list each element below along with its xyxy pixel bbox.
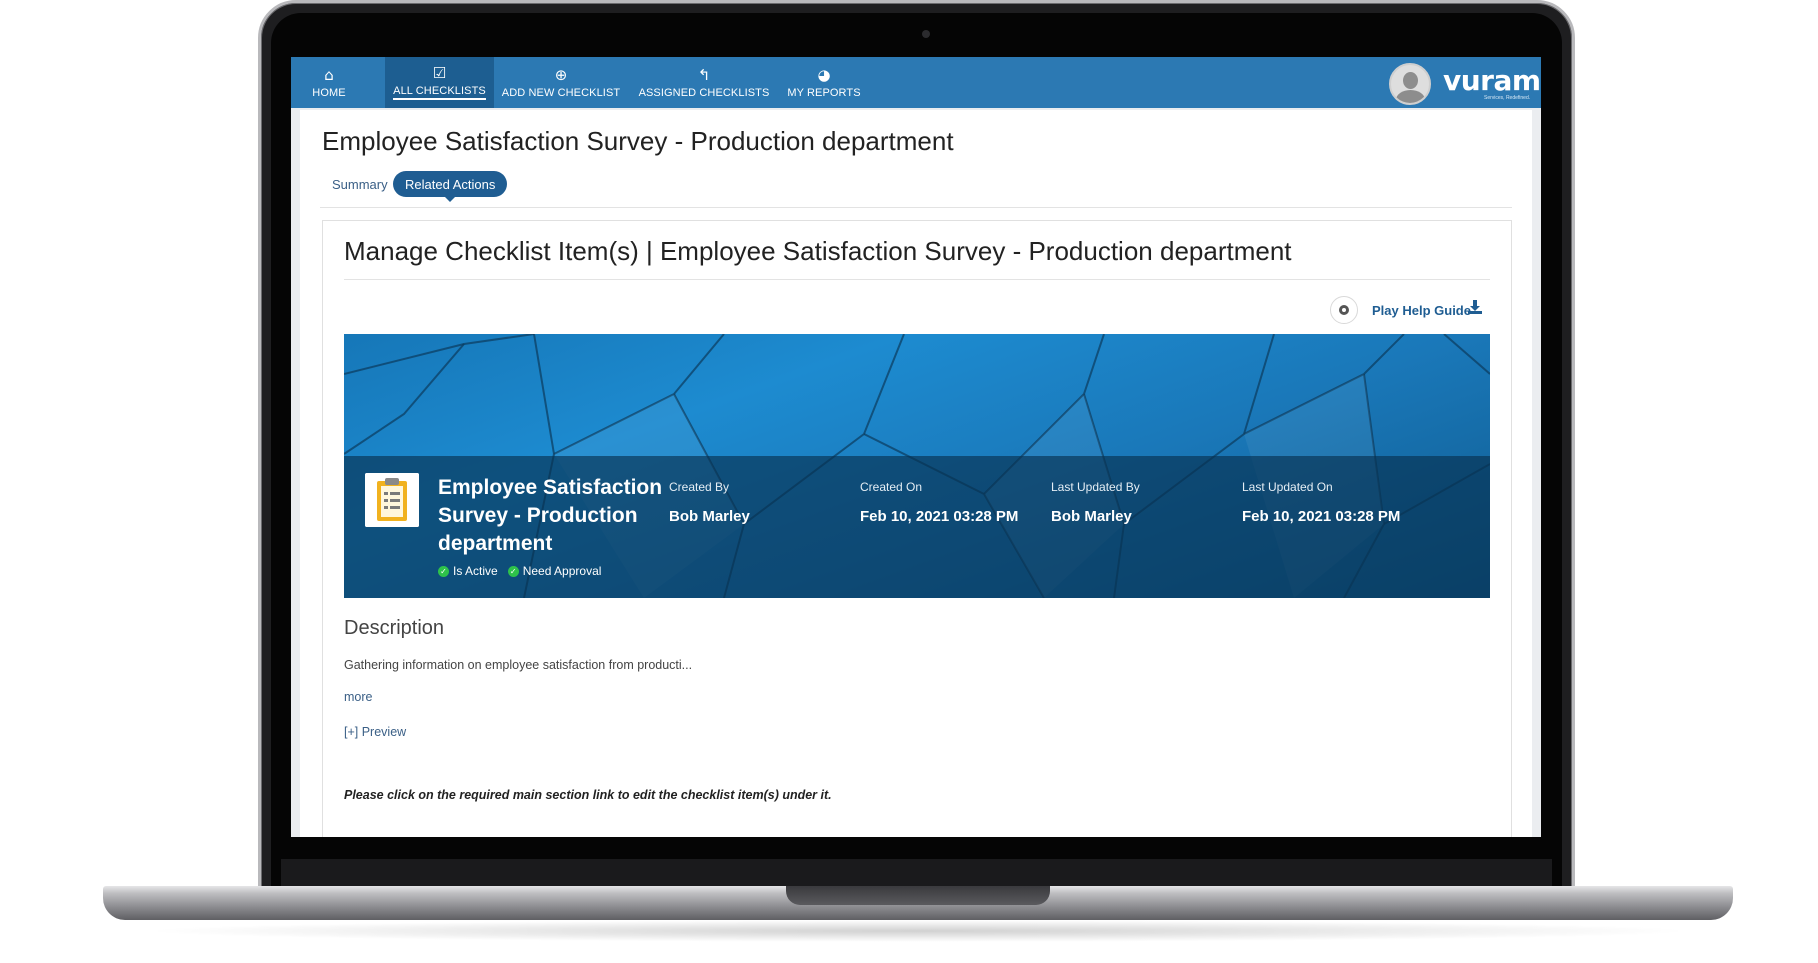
meta-last-updated-by: Last Updated By Bob Marley (1051, 480, 1140, 525)
banner-checklist-name: Employee Satisfaction Survey - Productio… (438, 476, 663, 555)
laptop-shadow (140, 920, 1696, 942)
description-text: Gathering information on employee satisf… (344, 658, 693, 672)
download-icon[interactable] (1467, 299, 1483, 315)
meta-created-by: Created By Bob Marley (669, 480, 750, 525)
preview-toggle-link[interactable]: [+] Preview (344, 725, 406, 739)
plus-circle-icon: ⊕ (554, 65, 568, 84)
flag-need-approval: ✓ Need Approval (507, 564, 602, 578)
tab-summary[interactable]: Summary (332, 171, 388, 197)
checklist-banner: Employee Satisfaction Survey - Productio… (344, 334, 1490, 598)
check-circle-icon: ✓ (438, 565, 449, 577)
laptop-notch (786, 886, 1050, 905)
meta-created-on-label: Created On (860, 480, 923, 494)
flag-is-active-label: Is Active (453, 564, 498, 578)
nav-home-label: HOME (312, 86, 346, 99)
instruction-text: Please click on the required main sectio… (344, 788, 832, 802)
nav-add-new-checklist[interactable]: ⊕ ADD NEW CHECKLIST (501, 57, 621, 108)
flag-need-approval-label: Need Approval (522, 564, 602, 578)
meta-last-updated-by-value: Bob Marley (1051, 508, 1132, 525)
meta-created-on: Created On Feb 10, 2021 03:28 PM (860, 480, 1018, 525)
panel-title: Manage Checklist Item(s) | Employee Sati… (344, 236, 1292, 266)
screen: ⌂ HOME ☑ ALL CHECKLISTS ⊕ ADD NEW CHECKL… (291, 57, 1541, 837)
checkbox-icon: ☑ (432, 64, 447, 82)
nav-my-reports-label: MY REPORTS (787, 86, 861, 99)
pie-chart-icon: ◕ (817, 65, 831, 84)
meta-created-by-label: Created By (669, 480, 730, 494)
meta-last-updated-on: Last Updated On Feb 10, 2021 03:28 PM (1242, 480, 1400, 525)
clipboard-icon (365, 473, 419, 527)
nav-my-reports[interactable]: ◕ MY REPORTS (785, 57, 863, 108)
page: Employee Satisfaction Survey - Productio… (300, 110, 1532, 837)
avatar[interactable] (1389, 63, 1431, 105)
nav-all-checklists-label: ALL CHECKLISTS (393, 85, 486, 100)
nav-add-new-checklist-label: ADD NEW CHECKLIST (501, 86, 621, 99)
manage-items-panel: Manage Checklist Item(s) | Employee Sati… (322, 220, 1512, 837)
brand-logo: vuram (1443, 64, 1541, 97)
play-help-button[interactable] (1330, 296, 1358, 324)
meta-last-updated-on-value: Feb 10, 2021 03:28 PM (1242, 508, 1401, 525)
avatar-body (1396, 90, 1425, 103)
bezel-bottom (281, 859, 1552, 887)
camera (922, 30, 930, 38)
play-help-guide-link[interactable]: Play Help Guide (1372, 303, 1471, 318)
top-navbar: ⌂ HOME ☑ ALL CHECKLISTS ⊕ ADD NEW CHECKL… (291, 57, 1541, 108)
nav-assigned-checklists[interactable]: ↰ ASSIGNED CHECKLISTS (638, 57, 770, 108)
flag-is-active: ✓ Is Active (438, 564, 498, 578)
panel-divider (344, 279, 1490, 280)
meta-last-updated-by-label: Last Updated By (1051, 480, 1140, 494)
status-flags: ✓ Is Active ✓ Need Approval (438, 564, 601, 578)
meta-last-updated-on-label: Last Updated On (1242, 480, 1333, 494)
home-icon: ⌂ (324, 65, 334, 84)
page-title: Employee Satisfaction Survey - Productio… (322, 126, 954, 156)
laptop-base (103, 886, 1733, 920)
nav-home[interactable]: ⌂ HOME (303, 57, 355, 108)
meta-created-by-value: Bob Marley (669, 508, 750, 525)
tab-related-actions[interactable]: Related Actions (393, 171, 508, 202)
page-divider (320, 207, 1512, 208)
description-heading: Description (344, 617, 445, 639)
avatar-head (1403, 72, 1418, 89)
play-icon (1339, 305, 1349, 315)
nav-assigned-checklists-label: ASSIGNED CHECKLISTS (638, 86, 770, 99)
nav-all-checklists[interactable]: ☑ ALL CHECKLISTS (385, 57, 494, 108)
description-more-link[interactable]: more (344, 690, 372, 704)
brand-tagline: Services, Redefined. (1484, 95, 1531, 101)
stage: ⌂ HOME ☑ ALL CHECKLISTS ⊕ ADD NEW CHECKL… (0, 0, 1818, 963)
meta-created-on-value: Feb 10, 2021 03:28 PM (860, 508, 1019, 525)
reply-icon: ↰ (697, 65, 711, 84)
check-circle-icon: ✓ (507, 565, 519, 577)
